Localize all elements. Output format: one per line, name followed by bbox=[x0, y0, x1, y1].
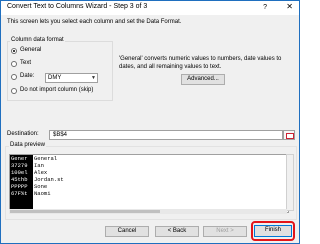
preview-vertical-scrollbar[interactable] bbox=[286, 154, 294, 211]
scrollbar-thumb[interactable] bbox=[10, 210, 160, 213]
finish-button[interactable]: Finish bbox=[254, 225, 292, 237]
collapse-dialog-icon[interactable] bbox=[283, 130, 295, 140]
date-label[interactable]: Date: bbox=[20, 73, 34, 79]
general-radio[interactable] bbox=[11, 48, 17, 54]
destination-value: $B$4 bbox=[53, 132, 68, 138]
preview-cell: 67F%t bbox=[11, 190, 28, 197]
date-format-value: DMY bbox=[48, 75, 62, 81]
data-preview-heading: Data preview bbox=[9, 142, 47, 148]
preview-cell: Naomi bbox=[34, 190, 51, 197]
column-format-heading: Column data format bbox=[10, 37, 65, 43]
general-explanation: 'General' converts numeric values to num… bbox=[119, 56, 282, 70]
text-label[interactable]: Text bbox=[20, 60, 31, 66]
destination-input[interactable]: $B$4 bbox=[49, 130, 283, 140]
general-label[interactable]: General bbox=[20, 47, 41, 53]
destination-label: Destination: bbox=[7, 131, 39, 137]
date-format-select[interactable]: DMY ▼ bbox=[45, 73, 98, 83]
close-icon[interactable]: ✕ bbox=[286, 3, 293, 11]
title-bar: Convert Text to Columns Wizard - Step 3 … bbox=[1, 1, 299, 15]
next-button[interactable]: Next > bbox=[203, 226, 247, 237]
data-preview-grid[interactable]: Gener General 37279 Ian 100el Alex 45thb… bbox=[9, 154, 289, 213]
text-radio[interactable] bbox=[11, 61, 17, 67]
skip-radio[interactable] bbox=[11, 88, 17, 94]
intro-text: This screen lets you select each column … bbox=[7, 19, 182, 25]
advanced-button[interactable]: Advanced... bbox=[181, 74, 225, 85]
wizard-dialog: Convert Text to Columns Wizard - Step 3 … bbox=[0, 0, 300, 244]
cancel-button[interactable]: Cancel bbox=[105, 226, 149, 237]
skip-label[interactable]: Do not import column (skip) bbox=[20, 87, 93, 93]
chevron-down-icon: ▼ bbox=[91, 75, 96, 81]
date-radio[interactable] bbox=[11, 74, 17, 80]
dialog-title: Convert Text to Columns Wizard - Step 3 … bbox=[7, 3, 148, 10]
back-button[interactable]: < Back bbox=[155, 226, 199, 237]
preview-horizontal-scrollbar[interactable] bbox=[9, 209, 287, 214]
help-button[interactable]: ? bbox=[263, 4, 267, 11]
